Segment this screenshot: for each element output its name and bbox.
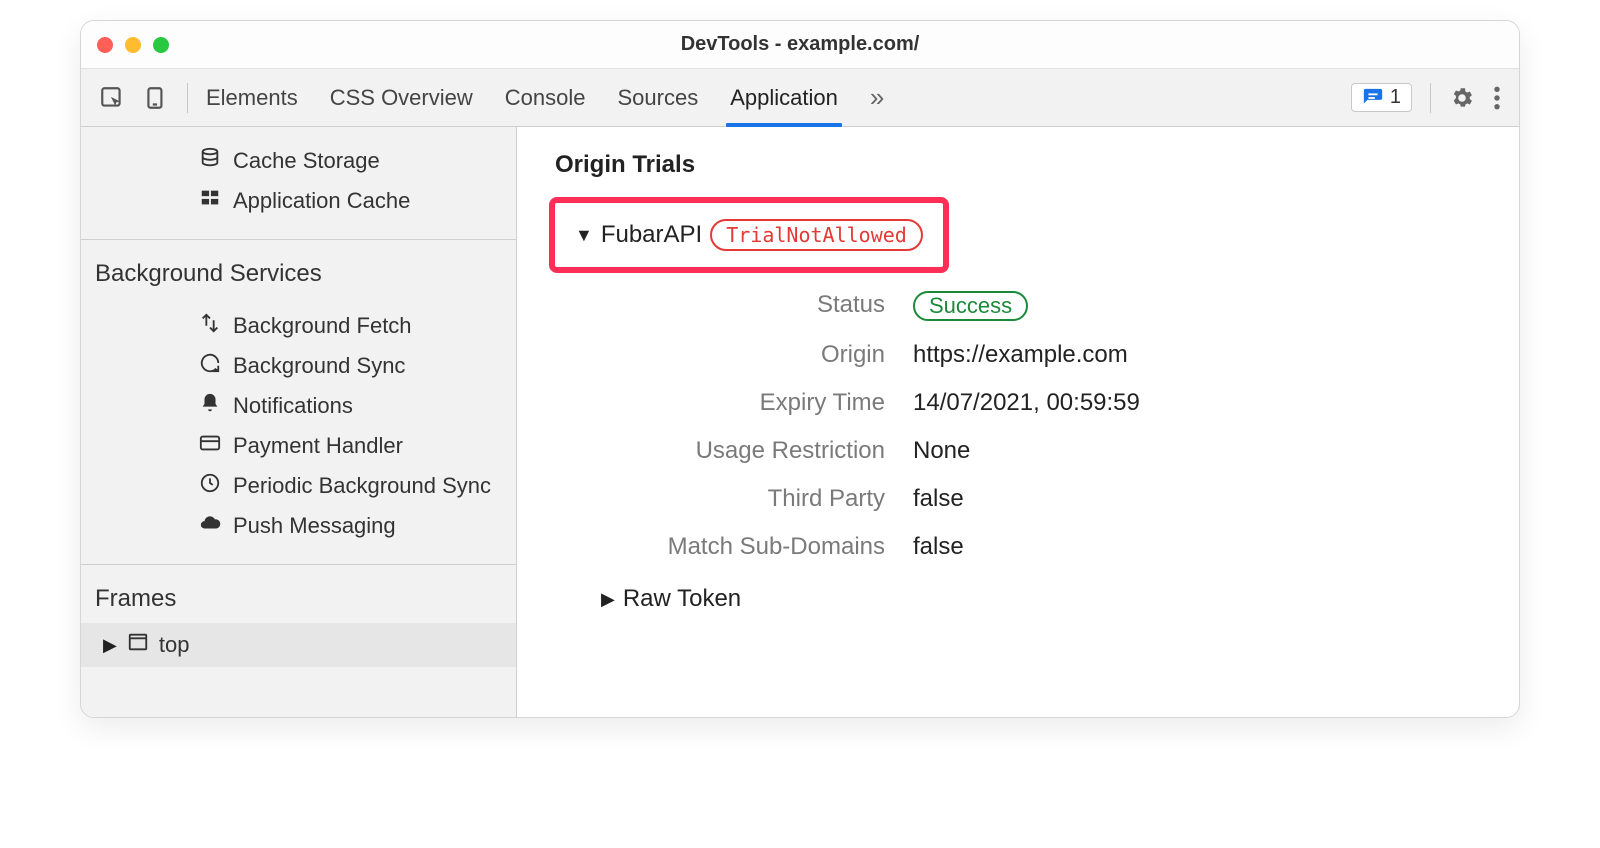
sidebar-item-background-fetch[interactable]: Background Fetch <box>93 306 504 346</box>
section-title: Origin Trials <box>555 151 1491 179</box>
panel-body: Cache Storage Application Cache Backgrou… <box>81 127 1519 717</box>
kv-value: false <box>913 485 1491 513</box>
kv-value: 14/07/2021, 00:59:59 <box>913 389 1491 417</box>
frame-label: top <box>159 632 190 658</box>
trial-name: FubarAPI <box>601 221 702 249</box>
devtools-window: DevTools - example.com/ Elements CSS Ove… <box>80 20 1520 718</box>
bg-services-group: Background Fetch Background Sync Notific… <box>81 298 516 558</box>
kv-key: Third Party <box>555 485 885 513</box>
window-icon <box>127 631 149 659</box>
clock-icon <box>199 472 221 500</box>
divider <box>81 564 516 565</box>
sidebar-item-label: Notifications <box>233 393 353 419</box>
grid-icon <box>199 187 221 215</box>
kv-value: false <box>913 533 1491 561</box>
issues-count: 1 <box>1390 86 1401 109</box>
tab-application[interactable]: Application <box>730 69 838 126</box>
minimize-icon[interactable] <box>125 37 141 53</box>
panel-tabs: Elements CSS Overview Console Sources Ap… <box>206 69 884 126</box>
traffic-lights <box>97 37 169 53</box>
sidebar-item-label: Payment Handler <box>233 433 403 459</box>
sidebar-item-label: Periodic Background Sync <box>233 473 491 499</box>
issues-icon <box>1362 87 1384 109</box>
trial-status-badge: TrialNotAllowed <box>710 219 923 251</box>
tab-console[interactable]: Console <box>505 69 586 126</box>
trial-header-highlight: ▼ FubarAPI TrialNotAllowed <box>549 197 949 273</box>
raw-token-toggle[interactable]: ▶ Raw Token <box>601 585 1491 613</box>
inspect-element-icon[interactable] <box>99 85 125 111</box>
kv-key: Match Sub-Domains <box>555 533 885 561</box>
kv-value: None <box>913 437 1491 465</box>
database-icon <box>199 147 221 175</box>
tab-css-overview[interactable]: CSS Overview <box>330 69 473 126</box>
close-icon[interactable] <box>97 37 113 53</box>
separator <box>187 83 188 113</box>
tabs-overflow-icon[interactable]: » <box>870 69 884 126</box>
raw-token-label: Raw Token <box>623 585 741 613</box>
status-value: Success <box>913 291 1491 321</box>
issues-chip[interactable]: 1 <box>1351 83 1412 112</box>
status-success-badge: Success <box>913 291 1028 321</box>
sidebar-item-background-sync[interactable]: Background Sync <box>93 346 504 386</box>
chevron-right-icon: ▶ <box>103 635 117 656</box>
tab-elements[interactable]: Elements <box>206 69 298 126</box>
kv-value: https://example.com <box>913 341 1491 369</box>
separator <box>1430 83 1431 113</box>
application-sidebar: Cache Storage Application Cache Backgrou… <box>81 127 517 717</box>
bell-icon <box>199 392 221 420</box>
sidebar-item-label: Push Messaging <box>233 513 396 539</box>
sidebar-item-application-cache[interactable]: Application Cache <box>93 181 504 221</box>
card-icon <box>199 432 221 460</box>
kv-key: Expiry Time <box>555 389 885 417</box>
device-toggle-icon[interactable] <box>143 85 169 111</box>
status-label: Status <box>555 291 885 321</box>
sync-icon <box>199 352 221 380</box>
origin-trials-panel: Origin Trials ▼ FubarAPI TrialNotAllowed… <box>517 127 1519 717</box>
chevron-down-icon[interactable]: ▼ <box>575 225 593 246</box>
sidebar-item-label: Application Cache <box>233 188 410 214</box>
sidebar-item-label: Background Sync <box>233 353 405 379</box>
sidebar-item-notifications[interactable]: Notifications <box>93 386 504 426</box>
sidebar-item-periodic-background-sync[interactable]: Periodic Background Sync <box>93 466 504 506</box>
frame-top-row[interactable]: ▶ top <box>81 623 516 667</box>
divider <box>81 239 516 240</box>
kv-key: Origin <box>555 341 885 369</box>
chevron-right-icon: ▶ <box>601 589 615 610</box>
transfer-icon <box>199 312 221 340</box>
window-title: DevTools - example.com/ <box>81 33 1519 56</box>
titlebar: DevTools - example.com/ <box>81 21 1519 69</box>
kv-key: Usage Restriction <box>555 437 885 465</box>
sidebar-section-frames: Frames <box>81 571 516 623</box>
tab-sources[interactable]: Sources <box>617 69 698 126</box>
trial-detail-grid: Status Success Origin https://example.co… <box>555 291 1491 561</box>
cache-group: Cache Storage Application Cache <box>81 127 516 233</box>
devtools-toolbar: Elements CSS Overview Console Sources Ap… <box>81 69 1519 127</box>
sidebar-item-label: Cache Storage <box>233 148 380 174</box>
sidebar-item-payment-handler[interactable]: Payment Handler <box>93 426 504 466</box>
sidebar-item-label: Background Fetch <box>233 313 412 339</box>
more-menu-icon[interactable] <box>1493 85 1501 111</box>
fullscreen-icon[interactable] <box>153 37 169 53</box>
sidebar-item-cache-storage[interactable]: Cache Storage <box>93 141 504 181</box>
cloud-icon <box>199 512 221 540</box>
settings-icon[interactable] <box>1449 85 1475 111</box>
sidebar-section-background-services: Background Services <box>81 246 516 298</box>
sidebar-item-push-messaging[interactable]: Push Messaging <box>93 506 504 546</box>
